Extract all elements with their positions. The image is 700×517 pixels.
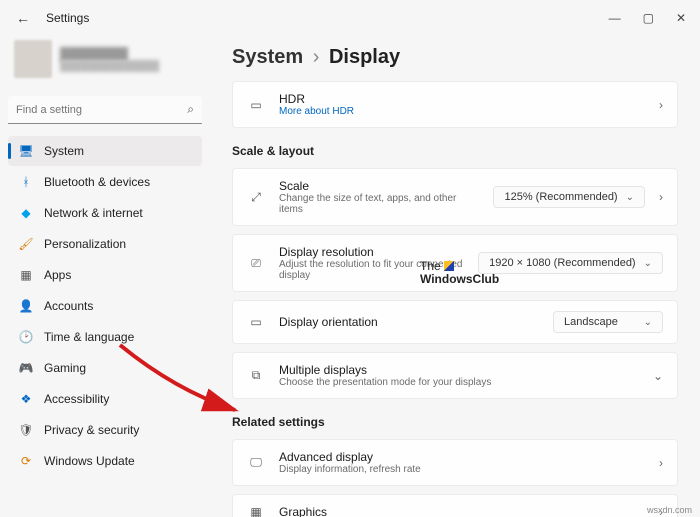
nav-label: Network & internet — [44, 206, 143, 220]
nav-icon: ⟳ — [18, 454, 34, 468]
orientation-card[interactable]: ▭ Display orientation Landscape ⌄ — [232, 300, 678, 344]
nav-label: Apps — [44, 268, 71, 282]
sidebar-item-accessibility[interactable]: ❖ Accessibility — [8, 384, 202, 414]
graphics-card[interactable]: ▦ Graphics › — [232, 494, 678, 517]
sidebar-item-system[interactable]: 🖥 System — [8, 136, 202, 166]
sidebar-item-windows-update[interactable]: ⟳ Windows Update — [8, 446, 202, 476]
sidebar-item-privacy-security[interactable]: 🛡 Privacy & security — [8, 415, 202, 445]
scale-value: 125% (Recommended) — [504, 191, 617, 203]
section-scale-layout: Scale & layout — [232, 144, 678, 158]
advanced-sub: Display information, refresh rate — [279, 464, 645, 475]
chevron-down-icon: ⌄ — [644, 258, 652, 269]
nav-label: Accessibility — [44, 392, 109, 406]
breadcrumb-current: Display — [329, 46, 400, 68]
maximize-button[interactable]: ▢ — [643, 11, 654, 25]
breadcrumb: System › Display — [232, 46, 678, 69]
scale-title: Scale — [279, 179, 479, 193]
nav-label: Personalization — [44, 237, 126, 251]
footer-credit: wsxdn.com — [647, 505, 692, 515]
sidebar: ████████ ██████████████ ⌕ 🖥 System ᚼ Blueto… — [0, 36, 210, 517]
nav-icon: 🛡 — [18, 423, 34, 437]
nav-label: Time & language — [44, 330, 134, 344]
multiple-title: Multiple displays — [279, 363, 639, 377]
graphics-title: Graphics — [279, 505, 645, 517]
nav-label: Bluetooth & devices — [44, 175, 150, 189]
search-icon: ⌕ — [187, 102, 194, 117]
nav-icon: ❖ — [18, 392, 34, 406]
nav-icon: 🖥 — [18, 144, 34, 158]
window-title: Settings — [46, 11, 89, 25]
chevron-right-icon: › — [659, 456, 663, 470]
chevron-right-icon: › — [659, 98, 663, 112]
graphics-icon: ▦ — [247, 505, 265, 517]
resolution-value: 1920 × 1080 (Recommended) — [489, 257, 635, 269]
nav-label: System — [44, 144, 84, 158]
search-box[interactable]: ⌕ — [8, 96, 202, 124]
multiple-displays-icon: ⧉ — [247, 368, 265, 383]
orientation-value: Landscape — [564, 316, 618, 328]
nav-icon: ▦ — [18, 268, 34, 282]
nav-icon: ◆ — [18, 206, 34, 220]
scale-sub: Change the size of text, apps, and other… — [279, 193, 479, 215]
profile-name: ████████ — [60, 47, 159, 61]
chevron-down-icon: ⌄ — [626, 192, 634, 203]
advanced-display-card[interactable]: 🖵 Advanced display Display information, … — [232, 439, 678, 486]
resolution-icon: ⎚ — [247, 256, 265, 271]
minimize-button[interactable]: ― — [609, 11, 621, 25]
profile-email: ██████████████ — [60, 61, 159, 72]
nav-icon: ᚼ — [18, 175, 34, 189]
chevron-down-icon: ⌄ — [653, 369, 663, 383]
scale-select[interactable]: 125% (Recommended) ⌄ — [493, 186, 645, 208]
sidebar-item-bluetooth-devices[interactable]: ᚼ Bluetooth & devices — [8, 167, 202, 197]
nav-icon: 🎮 — [18, 361, 34, 375]
search-input[interactable] — [8, 96, 202, 124]
orientation-icon: ▭ — [247, 315, 265, 329]
hdr-link[interactable]: More about HDR — [279, 106, 645, 117]
sidebar-item-time-language[interactable]: 🕑 Time & language — [8, 322, 202, 352]
multiple-displays-card[interactable]: ⧉ Multiple displays Choose the presentat… — [232, 352, 678, 399]
chevron-down-icon: ⌄ — [644, 317, 652, 328]
content-area: System › Display ▭ HDR More about HDR › … — [210, 36, 700, 517]
hdr-card[interactable]: ▭ HDR More about HDR › — [232, 81, 678, 128]
sidebar-item-network-internet[interactable]: ◆ Network & internet — [8, 198, 202, 228]
breadcrumb-root[interactable]: System — [232, 46, 303, 68]
multiple-sub: Choose the presentation mode for your di… — [279, 377, 639, 388]
monitor-icon: 🖵 — [247, 455, 265, 470]
nav-icon: 🖌 — [18, 237, 34, 251]
nav-label: Accounts — [44, 299, 93, 313]
nav-list: 🖥 System ᚼ Bluetooth & devices ◆ Network & in… — [8, 136, 202, 476]
resolution-sub: Adjust the resolution to fit your connec… — [279, 259, 464, 281]
nav-icon: 👤 — [18, 299, 34, 313]
chevron-right-icon: › — [313, 46, 320, 68]
sidebar-item-apps[interactable]: ▦ Apps — [8, 260, 202, 290]
sidebar-item-personalization[interactable]: 🖌 Personalization — [8, 229, 202, 259]
sidebar-item-gaming[interactable]: 🎮 Gaming — [8, 353, 202, 383]
avatar — [14, 40, 52, 78]
scale-icon: ⤢ — [247, 190, 265, 205]
resolution-select[interactable]: 1920 × 1080 (Recommended) ⌄ — [478, 252, 663, 274]
titlebar: ← Settings ― ▢ ✕ — [0, 0, 700, 36]
sidebar-item-accounts[interactable]: 👤 Accounts — [8, 291, 202, 321]
hdr-title: HDR — [279, 92, 645, 106]
nav-label: Privacy & security — [44, 423, 139, 437]
resolution-title: Display resolution — [279, 245, 464, 259]
nav-label: Gaming — [44, 361, 86, 375]
profile-block[interactable]: ████████ ██████████████ — [8, 36, 202, 86]
back-button[interactable]: ← — [16, 10, 30, 26]
advanced-title: Advanced display — [279, 450, 645, 464]
resolution-card[interactable]: ⎚ Display resolution Adjust the resoluti… — [232, 234, 678, 292]
scale-card[interactable]: ⤢ Scale Change the size of text, apps, a… — [232, 168, 678, 226]
section-related: Related settings — [232, 415, 678, 429]
orientation-select[interactable]: Landscape ⌄ — [553, 311, 663, 333]
nav-icon: 🕑 — [18, 330, 34, 344]
close-button[interactable]: ✕ — [676, 11, 686, 25]
nav-label: Windows Update — [44, 454, 135, 468]
hdr-icon: ▭ — [247, 98, 265, 112]
orientation-title: Display orientation — [279, 315, 539, 329]
chevron-right-icon: › — [659, 190, 663, 204]
